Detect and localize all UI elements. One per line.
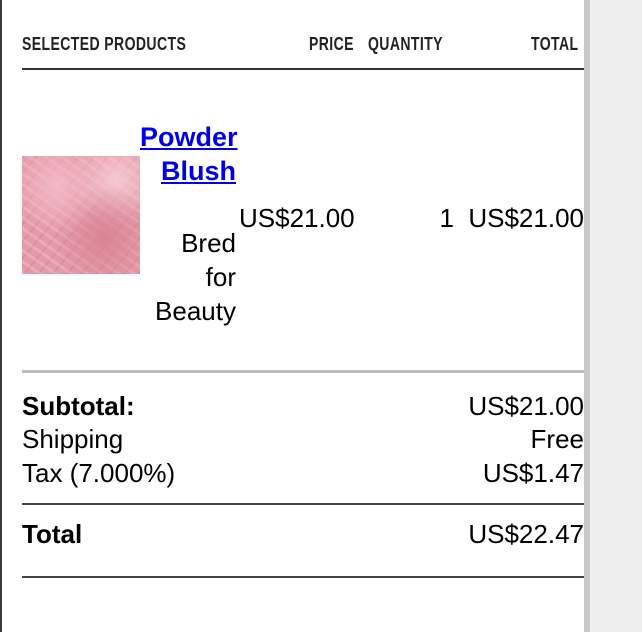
shipping-row: Shipping Free [22,422,584,456]
cart-page: SELECTED PRODUCTS PRICE QUANTITY TOTAL P… [0,0,642,632]
total-value: US$22.47 [468,519,584,549]
summary-divider [22,503,584,505]
product-name-line-2: Blush [160,156,236,186]
total-row: Total US$22.47 [22,517,584,551]
left-border [0,0,2,632]
total-label: Total [22,519,83,549]
items-divider [22,370,584,373]
tax-row: Tax (7.000%) US$1.47 [22,456,584,490]
tax-value: US$1.47 [482,458,584,488]
tax-label: Tax (7.000%) [22,458,176,488]
product-brand-line-3: Beauty [155,296,236,326]
subtotal-value: US$21.00 [468,391,584,421]
shipping-label: Shipping [22,424,124,454]
shipping-value: Free [530,424,584,454]
product-name-link[interactable]: Powder Blush [140,120,238,188]
table-header: SELECTED PRODUCTS PRICE QUANTITY TOTAL [22,34,584,58]
header-quantity: QUANTITY [368,34,443,54]
cart-table: SELECTED PRODUCTS PRICE QUANTITY TOTAL P… [22,0,584,632]
product-price: US$21.00 [239,203,355,233]
product-brand: Bred for Beauty [140,226,236,328]
product-brand-line-2: for [205,262,236,292]
header-price: PRICE [309,34,354,54]
product-thumbnail[interactable] [22,156,140,274]
product-line-total: US$21.00 [468,203,584,233]
right-gutter [590,0,642,632]
subtotal-row: Subtotal: US$21.00 [22,389,584,423]
total-divider [22,576,584,578]
product-quantity: 1 [439,203,454,233]
header-selected-products: SELECTED PRODUCTS [22,34,187,54]
subtotal-label: Subtotal: [22,391,135,421]
product-name-line-1: Powder [140,122,238,152]
header-divider [22,68,584,70]
header-total: TOTAL [531,34,579,54]
product-brand-line-1: Bred [181,228,236,258]
